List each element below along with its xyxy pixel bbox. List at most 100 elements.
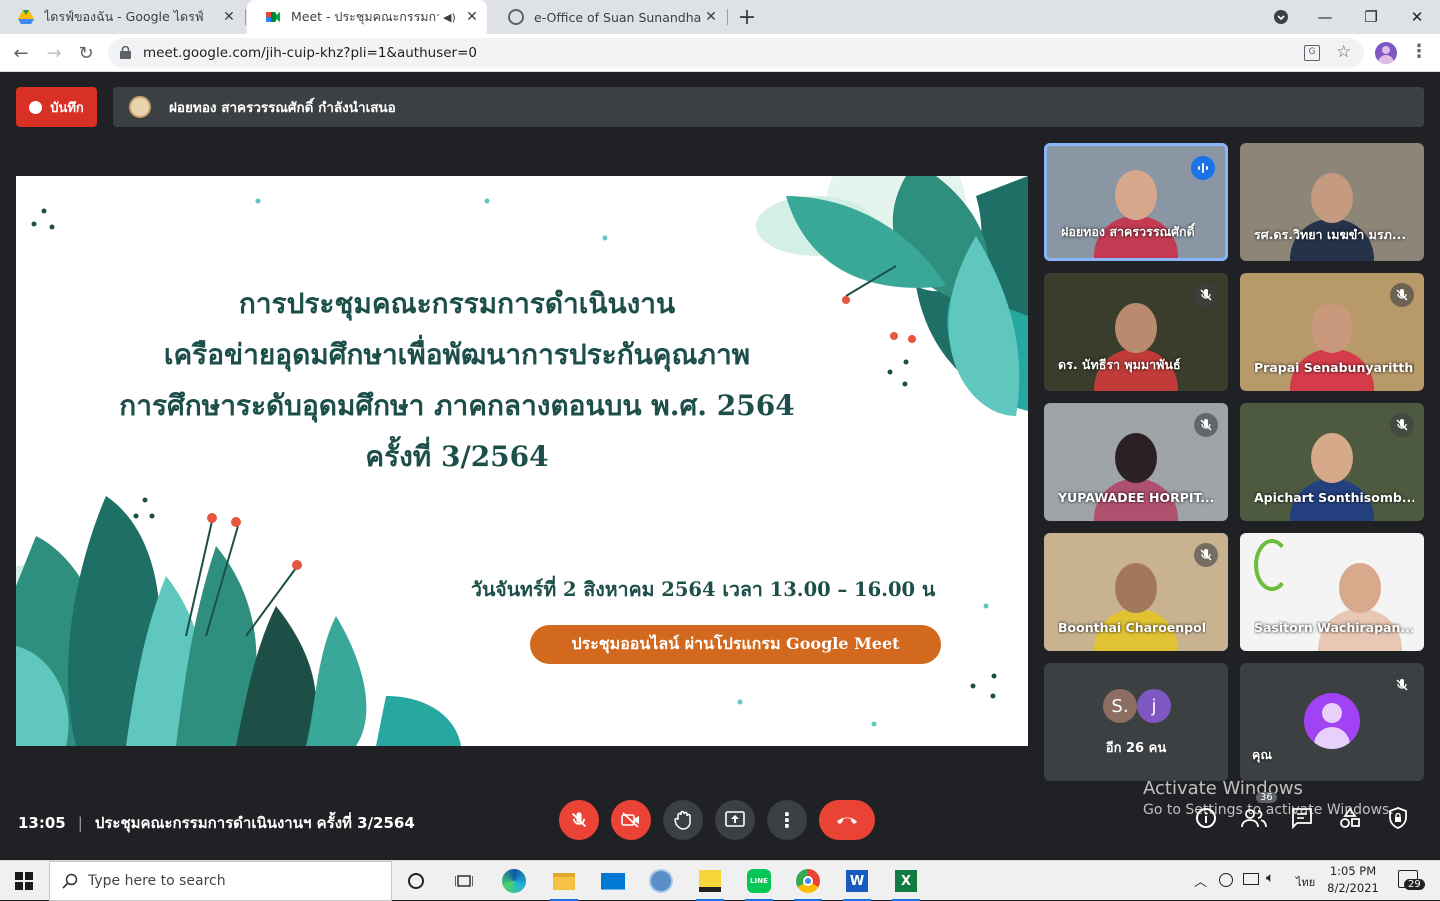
line-app-icon[interactable]: LINE (743, 865, 775, 901)
mic-off-icon (1194, 543, 1218, 567)
participant-avatar: j (1137, 689, 1171, 723)
participant-tile[interactable]: รศ.ดร.วิทยา เมฆขำ มรภ... (1240, 143, 1424, 261)
recording-button[interactable]: บันทึก (16, 87, 97, 127)
leave-call-button[interactable] (819, 800, 875, 840)
self-name: คุณ (1252, 747, 1272, 762)
onedrive-sync-icon[interactable] (1219, 873, 1233, 887)
participant-video (1094, 429, 1178, 521)
tab-title: e-Office of Suan Sunandha Rajab (534, 9, 702, 25)
tab-google-drive[interactable]: ไดรฟ์ของฉัน - Google ไดรฟ์ ✕ (0, 0, 244, 34)
mic-off-icon (1194, 283, 1218, 307)
close-window-icon[interactable]: ✕ (1394, 0, 1440, 34)
close-tab-icon[interactable]: ✕ (463, 9, 481, 25)
leaf-decoration-bottom-left (16, 496, 461, 746)
lock-icon[interactable] (120, 44, 131, 63)
participant-video (1290, 169, 1374, 261)
participant-name: Prapai Senabunyaritthi (1254, 360, 1414, 375)
search-icon (62, 873, 78, 889)
close-tab-icon[interactable]: ✕ (220, 9, 238, 25)
activities-icon[interactable] (1336, 804, 1364, 832)
speaker-icon[interactable]: ◀) (443, 11, 459, 24)
participant-tile[interactable]: Apichart Sonthisomb... (1240, 403, 1424, 521)
participant-name: รศ.ดร.วิทยา เมฆขำ มรภ... (1254, 227, 1407, 242)
tab-google-meet[interactable]: Meet - ประชุมคณะกรรมการดำเนิ ◀) ✕ (247, 0, 487, 34)
mic-off-icon (1194, 413, 1218, 437)
host-controls-shield-icon[interactable] (1384, 804, 1412, 832)
participant-tile[interactable]: Boonthai Charoenpol (1044, 533, 1228, 651)
clock-time: 1:05 PM (1329, 864, 1377, 878)
bookmark-star-icon[interactable]: ☆ (1336, 42, 1351, 62)
chrome-icon[interactable] (792, 865, 824, 901)
participant-tile[interactable]: Sasitorn Wachirapan... (1240, 533, 1424, 651)
volume-icon[interactable]: 🔈︎ (1266, 870, 1274, 886)
participant-tile[interactable]: ฝอยทอง สาครวรรณศักดิ์ (1044, 143, 1228, 261)
people-count-badge: 36 (1256, 792, 1277, 803)
translate-icon[interactable]: G (1304, 45, 1320, 61)
presenter-text: ฝอยทอง สาครวรรณศักดิ์ กำลังนำเสนอ (169, 100, 396, 116)
forward-arrow-icon[interactable]: → (41, 40, 67, 66)
more-participants-tile[interactable]: S. j อีก 26 คน (1044, 663, 1228, 781)
participant-name: Boonthai Charoenpol (1058, 620, 1207, 635)
browser-menu-icon[interactable]: ⋮ (1410, 41, 1428, 62)
participant-name: ดร. นัทธีรา พุมมาพันธ์ (1058, 357, 1181, 372)
self-tile[interactable]: คุณ (1240, 663, 1424, 781)
participant-video (1094, 559, 1178, 651)
system-clock[interactable]: 1:05 PM 8/2/2021 (1322, 863, 1384, 897)
language-indicator[interactable]: ไทย (1296, 873, 1315, 891)
back-arrow-icon[interactable]: ← (8, 40, 34, 66)
activate-windows-watermark-title: Activate Windows (1143, 778, 1303, 799)
more-participants-label: อีก 26 คน (1105, 741, 1167, 756)
task-view-icon[interactable] (448, 865, 480, 897)
more-options-button[interactable]: ⋮ (767, 800, 807, 840)
participant-tile[interactable]: ดร. นัทธีรา พุมมาพันธ์ (1044, 273, 1228, 391)
google-drive-icon (18, 9, 34, 25)
participant-video (1094, 166, 1178, 258)
tab-search-icon[interactable] (1258, 0, 1304, 34)
people-icon[interactable]: 36 (1240, 792, 1277, 832)
participant-name: Sasitorn Wachirapan... (1254, 620, 1414, 635)
file-explorer-icon[interactable] (548, 865, 580, 901)
new-tab-plus-icon[interactable]: + (724, 0, 770, 34)
participant-video (1290, 429, 1374, 521)
close-tab-icon[interactable]: ✕ (702, 9, 720, 25)
self-avatar (1304, 693, 1360, 749)
participant-video (1290, 299, 1374, 391)
tab-title: ไดรฟ์ของฉัน - Google ไดรฟ์ (44, 9, 204, 24)
network-icon[interactable] (1243, 873, 1259, 885)
address-bar[interactable]: meet.google.com/jih-cuip-khz?pli=1&authu… (108, 38, 1364, 68)
browser-toolbar: ← → ↻ meet.google.com/jih-cuip-khz?pli=1… (0, 34, 1440, 72)
present-screen-button[interactable] (715, 800, 755, 840)
word-icon[interactable]: W (841, 865, 873, 901)
windows-start-icon[interactable] (8, 865, 40, 897)
sticky-notes-icon[interactable] (694, 865, 726, 901)
mic-toggle-button[interactable] (559, 800, 599, 840)
mail-icon[interactable] (597, 865, 629, 897)
slide-title-line-1: การประชุมคณะกรรมการดำเนินงาน (238, 287, 676, 320)
profile-avatar[interactable] (1375, 42, 1397, 64)
mic-off-icon (1390, 283, 1414, 307)
url-text: meet.google.com/jih-cuip-khz?pli=1&authu… (143, 45, 477, 61)
meeting-title: ประชุมคณะกรรมการดำเนินงานฯ ครั้งที่ 3/25… (94, 814, 415, 832)
restore-icon[interactable]: ❐ (1348, 0, 1394, 34)
participant-name: YUPAWADEE HORPIT... (1058, 490, 1215, 505)
mic-off-icon (1390, 673, 1414, 697)
tab-divider (245, 9, 246, 25)
clock-date: 8/2/2021 (1327, 881, 1379, 895)
minimize-icon[interactable]: — (1302, 0, 1348, 34)
slide-title-line-2: เครือข่ายอุดมศึกษาเพื่อพัฒนาการประกันคุณ… (163, 338, 751, 371)
reload-icon[interactable]: ↻ (73, 40, 99, 66)
participant-tile[interactable]: Prapai Senabunyaritthi (1240, 273, 1424, 391)
edge-icon[interactable] (498, 865, 530, 897)
network-globe-icon[interactable] (645, 865, 677, 897)
taskbar-search-box[interactable]: Type here to search (49, 861, 392, 901)
presentation-slide: การประชุมคณะกรรมการดำเนินงาน เครือข่ายอุ… (16, 176, 1028, 746)
raise-hand-button[interactable] (663, 800, 703, 840)
meeting-details-info-icon[interactable] (1192, 804, 1220, 832)
tab-e-office[interactable]: e-Office of Suan Sunandha Rajab ✕ (490, 0, 726, 34)
chat-icon[interactable] (1288, 804, 1316, 832)
show-hidden-icons-chevron-icon[interactable]: ︿ (1194, 871, 1207, 890)
cortana-icon[interactable] (400, 865, 432, 897)
excel-icon[interactable]: X (890, 865, 922, 901)
camera-toggle-button[interactable] (611, 800, 651, 840)
participant-tile[interactable]: YUPAWADEE HORPIT... (1044, 403, 1228, 521)
